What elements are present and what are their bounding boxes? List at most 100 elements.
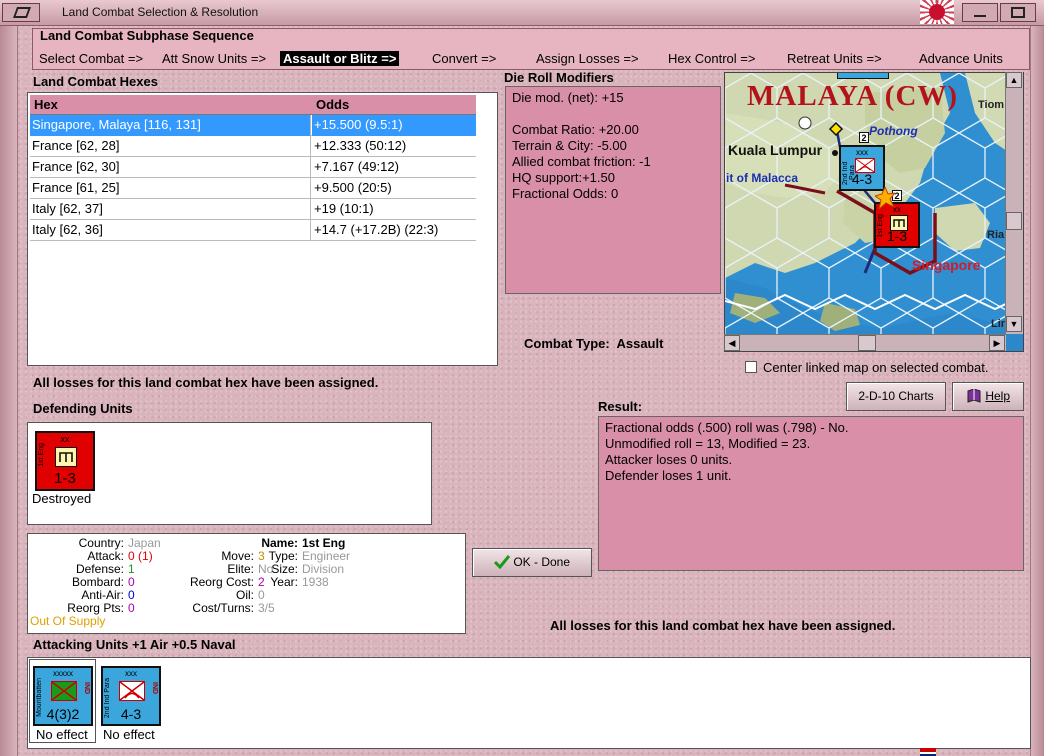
- scroll-left-icon[interactable]: ◀: [724, 335, 740, 351]
- combat-type-label: Combat Type:: [524, 336, 610, 351]
- attack-label: Attack:: [87, 549, 124, 563]
- column-header-odds[interactable]: Odds: [312, 95, 476, 115]
- table-row[interactable]: Singapore, Malaya [116, 131] +15.500 (9.…: [30, 115, 476, 136]
- scroll-up-icon[interactable]: ▲: [1006, 72, 1022, 88]
- window-titlebar: Land Combat Selection & Resolution: [0, 0, 1044, 26]
- country-value: Japan: [128, 536, 161, 550]
- ok-done-button[interactable]: OK - Done: [472, 548, 592, 577]
- defender-status: Destroyed: [32, 491, 92, 506]
- drm-line: Allied combat friction: -1: [512, 154, 651, 169]
- step-retreat-units[interactable]: Retreat Units =>: [787, 51, 882, 66]
- table-row[interactable]: France [62, 30] +7.167 (49:12): [30, 157, 476, 178]
- explosion-icon: [875, 187, 895, 209]
- counter-strength: 4-3: [851, 171, 873, 187]
- scroll-thumb[interactable]: [1006, 212, 1022, 230]
- scroll-right-icon[interactable]: ▶: [989, 335, 1005, 351]
- combat-type-value: Assault: [616, 336, 664, 351]
- hexes-table: Hex Odds Singapore, Malaya [116, 131] +1…: [27, 92, 498, 366]
- odds-cell: +19 (10:1): [314, 201, 374, 216]
- help-label: Help: [985, 389, 1011, 403]
- ok-label: OK - Done: [513, 555, 571, 569]
- map-label-pothong: Pothong: [869, 124, 918, 138]
- center-map-checkbox[interactable]: [745, 361, 757, 373]
- map-vertical-scrollbar[interactable]: ▲ ▼: [1005, 72, 1023, 334]
- paratroop-icon: [119, 681, 145, 701]
- minimize-icon[interactable]: [962, 3, 998, 22]
- hex-cell: France [61, 25]: [30, 178, 311, 199]
- result-line: Unmodified roll = 13, Modified = 23.: [605, 436, 811, 451]
- map-horizontal-scrollbar[interactable]: ◀ ▶: [724, 334, 1006, 351]
- table-row[interactable]: Italy [62, 36] +14.7 (+17.2B) (22:3): [30, 220, 476, 241]
- attacker-counter-2nd-ind-para[interactable]: xxx 2nd Ind Para IND 4-3: [101, 666, 161, 726]
- step-assign-losses[interactable]: Assign Losses =>: [536, 51, 639, 66]
- scroll-thumb[interactable]: [858, 335, 876, 351]
- odds-cell: +12.333 (50:12): [314, 138, 407, 153]
- left-frame: [0, 26, 18, 756]
- defender-counter[interactable]: xx 1st Eng 1-3: [35, 431, 95, 491]
- map-label-kuala-lumpur: Kuala Lumpur: [728, 142, 823, 158]
- result-line: Fractional odds (.500) roll was (.798) -…: [605, 420, 849, 435]
- losses-note-bottom: All losses for this land combat hex have…: [550, 618, 896, 633]
- cost-turns-value: 3/5: [258, 601, 275, 615]
- linked-map[interactable]: MALAYA (CW) Kuala Lumpur Pothong it of M…: [724, 72, 1024, 352]
- charts-button[interactable]: 2-D-10 Charts: [846, 382, 946, 411]
- defending-units-panel: xx 1st Eng 1-3 Destroyed: [27, 422, 432, 525]
- map-attacker-counter[interactable]: xxx 2nd Ind Para 4-3: [839, 145, 885, 191]
- step-select-combat[interactable]: Select Combat =>: [39, 51, 143, 66]
- hex-cell: Singapore, Malaya [116, 131]: [30, 115, 311, 136]
- country-label: Country:: [78, 536, 124, 550]
- system-menu-icon[interactable]: [2, 3, 40, 22]
- counter-nationality: IND: [151, 682, 158, 695]
- center-map-label[interactable]: Center linked map on selected combat.: [763, 360, 988, 375]
- unit-info-panel: Country: Japan Attack: 0 (1) Defense: 1 …: [27, 533, 466, 634]
- japan-flag-icon: [920, 0, 954, 24]
- step-advance-units[interactable]: Advance Units: [919, 51, 1003, 66]
- table-row[interactable]: France [62, 28] +12.333 (50:12): [30, 136, 476, 157]
- stack-count: 2: [859, 132, 869, 143]
- counter-size: xxxxx: [53, 669, 73, 678]
- attacker-counter-mountbatten[interactable]: xxxxx Mountbatten IND 4(3)2: [33, 666, 93, 726]
- drm-line: Die mod. (net): +15: [512, 90, 624, 105]
- checkmark-icon: [493, 555, 511, 570]
- cost-turns-label: Cost/Turns:: [192, 601, 254, 615]
- result-line: Defender loses 1 unit.: [605, 468, 732, 483]
- hexes-title: Land Combat Hexes: [33, 74, 158, 89]
- year-label: Year:: [270, 575, 298, 589]
- attacker-status: No effect: [103, 727, 155, 742]
- step-convert[interactable]: Convert =>: [432, 51, 496, 66]
- step-assault-or-blitz[interactable]: Assault or Blitz =>: [280, 51, 400, 66]
- help-button[interactable]: Help: [952, 382, 1024, 411]
- drm-spacer: [512, 106, 714, 122]
- counter-size: xx: [60, 434, 70, 444]
- attacking-units-panel: xxxxx Mountbatten IND 4(3)2 No effect xx…: [27, 657, 1031, 749]
- hex-cell: France [62, 30]: [30, 157, 311, 178]
- book-icon: [967, 388, 981, 403]
- antiair-label: Anti-Air:: [81, 588, 124, 602]
- oil-label: Oil:: [236, 588, 254, 602]
- counter-size: xxx: [125, 669, 137, 678]
- counter-name: 1st Eng: [38, 443, 45, 467]
- oil-value: 0: [258, 588, 265, 602]
- year-value: 1938: [302, 575, 329, 589]
- drm-line: Fractional Odds: 0: [512, 186, 619, 201]
- table-row[interactable]: France [61, 25] +9.500 (20:5): [30, 178, 476, 199]
- drm-line: Combat Ratio: +20.00: [512, 122, 639, 137]
- reorg-pts-label: Reorg Pts:: [67, 601, 124, 615]
- name-label: Name:: [261, 536, 298, 550]
- name-value: 1st Eng: [302, 536, 346, 550]
- counter-nationality: IND: [83, 682, 90, 695]
- maximize-icon[interactable]: [1000, 3, 1036, 22]
- scroll-down-icon[interactable]: ▼: [1006, 316, 1022, 332]
- counter-strength: 1-3: [886, 228, 908, 244]
- hex-cell: Italy [62, 37]: [30, 199, 311, 220]
- step-hex-control[interactable]: Hex Control =>: [668, 51, 755, 66]
- column-header-hex[interactable]: Hex: [30, 95, 312, 115]
- step-att-snow-units[interactable]: Att Snow Units =>: [162, 51, 266, 66]
- result-panel: Fractional odds (.500) roll was (.798) -…: [598, 416, 1024, 571]
- hex-cell: France [62, 28]: [30, 136, 311, 157]
- table-row[interactable]: Italy [62, 37] +19 (10:1): [30, 199, 476, 220]
- defending-title: Defending Units: [33, 401, 133, 416]
- map-offscreen-unit: [837, 73, 889, 79]
- map-title: MALAYA (CW): [747, 80, 959, 112]
- drm-panel: Die mod. (net): +15 Combat Ratio: +20.00…: [505, 86, 721, 294]
